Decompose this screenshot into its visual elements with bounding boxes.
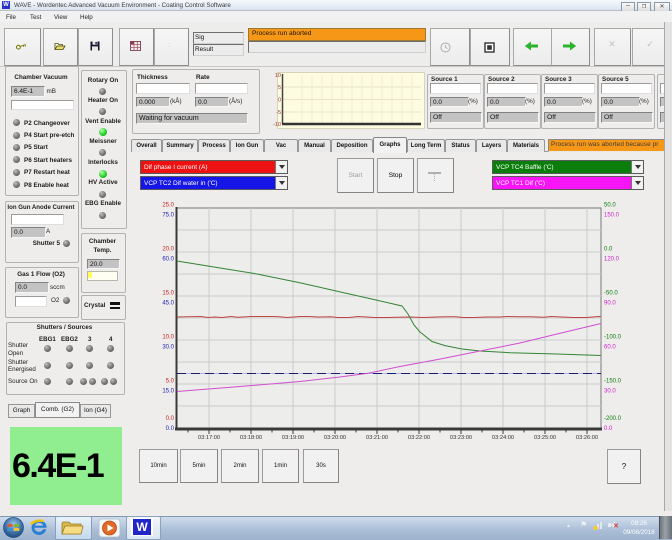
svg-text:60.0: 60.0 bbox=[604, 345, 616, 351]
svg-text:0: 0 bbox=[278, 98, 281, 104]
svg-text:45.0: 45.0 bbox=[162, 301, 174, 307]
svg-text:-5: -5 bbox=[276, 110, 281, 116]
svg-text:-10: -10 bbox=[273, 122, 281, 128]
svg-text:03:19:00: 03:19:00 bbox=[282, 435, 304, 441]
svg-text:90.0: 90.0 bbox=[604, 301, 616, 307]
svg-text:15.0: 15.0 bbox=[162, 389, 174, 395]
svg-text:60.0: 60.0 bbox=[162, 257, 174, 263]
svg-text:75.0: 75.0 bbox=[162, 213, 174, 219]
svg-text:03:25:00: 03:25:00 bbox=[534, 435, 556, 441]
svg-text:03:24:00: 03:24:00 bbox=[492, 435, 514, 441]
svg-text:120.0: 120.0 bbox=[604, 257, 620, 263]
svg-text:0.0: 0.0 bbox=[166, 426, 175, 432]
svg-text:15.0: 15.0 bbox=[162, 291, 174, 297]
svg-text:20.0: 20.0 bbox=[162, 247, 174, 253]
svg-text:5.0: 5.0 bbox=[166, 379, 175, 385]
svg-text:50.0: 50.0 bbox=[604, 203, 616, 209]
svg-text:0.0: 0.0 bbox=[604, 426, 613, 432]
svg-text:150.0: 150.0 bbox=[604, 213, 620, 219]
svg-text:03:20:00: 03:20:00 bbox=[324, 435, 346, 441]
svg-text:30.0: 30.0 bbox=[162, 345, 174, 351]
svg-text:03:21:00: 03:21:00 bbox=[366, 435, 388, 441]
svg-text:10.0: 10.0 bbox=[162, 335, 174, 341]
svg-text:-100.0: -100.0 bbox=[604, 335, 622, 341]
svg-text:25.0: 25.0 bbox=[162, 203, 174, 209]
svg-text:30.0: 30.0 bbox=[604, 389, 616, 395]
svg-text:0.0: 0.0 bbox=[604, 247, 613, 253]
svg-text:5: 5 bbox=[278, 85, 281, 91]
svg-text:03:18:00: 03:18:00 bbox=[240, 435, 262, 441]
svg-text:03:17:00: 03:17:00 bbox=[198, 435, 220, 441]
svg-text:10: 10 bbox=[275, 73, 281, 79]
svg-text:0.0: 0.0 bbox=[166, 416, 175, 422]
svg-text:03:26:00: 03:26:00 bbox=[576, 435, 598, 441]
svg-text:03:23:00: 03:23:00 bbox=[450, 435, 472, 441]
svg-text:03:22:00: 03:22:00 bbox=[408, 435, 430, 441]
svg-text:-50.0: -50.0 bbox=[604, 291, 618, 297]
svg-text:-200.0: -200.0 bbox=[604, 416, 622, 422]
svg-text:-150.0: -150.0 bbox=[604, 379, 622, 385]
